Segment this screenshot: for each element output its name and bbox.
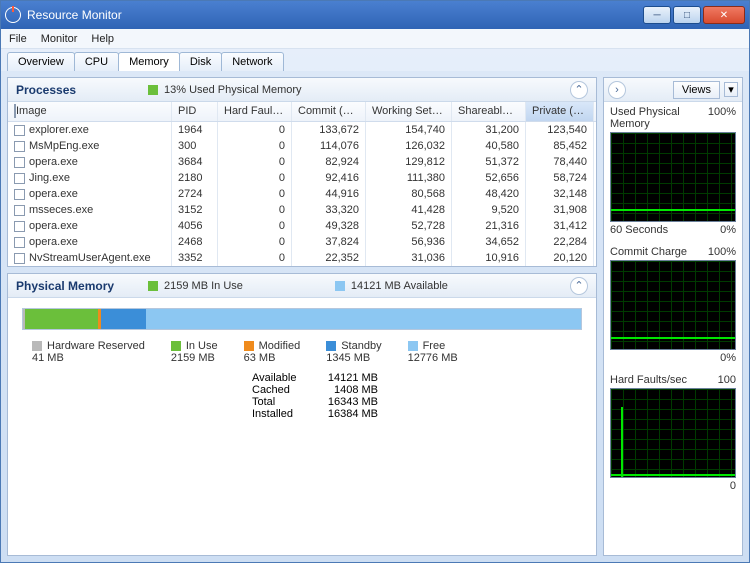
col-image[interactable]: Image [16,105,47,117]
physical-memory-panel: Physical Memory 2159 MB In Use 14121 MB … [7,273,597,556]
physmem-title: Physical Memory [16,279,136,293]
memory-bar [22,308,582,330]
views-button[interactable]: Views [673,81,720,99]
table-row[interactable]: opera.exe4056049,32852,72821,31631,412 [8,218,596,234]
row-checkbox[interactable] [14,253,25,264]
chart1-title: Used Physical Memory [610,106,708,130]
processes-title: Processes [16,83,136,97]
minimize-button[interactable]: ─ [643,6,671,24]
row-checkbox[interactable] [14,173,25,184]
resource-monitor-window: Resource Monitor ─ □ ✕ File Monitor Help… [0,0,750,563]
menu-help[interactable]: Help [91,33,114,45]
tab-cpu[interactable]: CPU [74,52,119,71]
col-commit[interactable]: Commit (KB) [292,102,366,121]
table-row[interactable]: MsMpEng.exe3000114,076126,03240,58085,45… [8,138,596,154]
physmem-inuse: 2159 MB In Use [164,280,243,292]
collapse-physmem-icon[interactable]: ⌃ [570,277,588,295]
col-workingset[interactable]: Working Set (KB) [366,102,452,121]
commit-charge-chart [610,260,736,350]
process-grid-header: Image PID Hard Faults/sec Commit (KB) Wo… [8,102,596,122]
maximize-button[interactable]: □ [673,6,701,24]
table-row[interactable]: opera.exe2468037,82456,93634,65222,284 [8,234,596,250]
row-checkbox[interactable] [14,221,25,232]
row-checkbox[interactable] [14,125,25,136]
chart2-title: Commit Charge [610,246,687,258]
row-checkbox[interactable] [14,205,25,216]
tab-overview[interactable]: Overview [7,52,75,71]
table-row[interactable]: opera.exe3684082,924129,81251,37278,440 [8,154,596,170]
col-hardfaults[interactable]: Hard Faults/sec [218,102,292,121]
collapse-processes-icon[interactable]: ⌃ [570,81,588,99]
row-checkbox[interactable] [14,237,25,248]
table-row[interactable]: explorer.exe19640133,672154,74031,200123… [8,122,596,138]
hard-faults-chart [610,388,736,478]
charts-pane: › Views ▾ Used Physical Memory100% 60 Se… [603,77,743,556]
menu-monitor[interactable]: Monitor [41,33,78,45]
row-checkbox[interactable] [14,141,25,152]
menubar: File Monitor Help [1,29,749,49]
window-title: Resource Monitor [27,8,643,22]
memory-legend: Hardware Reserved41 MB In Use2159 MB Mod… [32,340,582,364]
table-row[interactable]: NvStreamUserAgent.exe3352022,35231,03610… [8,250,596,266]
app-icon [5,7,21,23]
row-checkbox[interactable] [14,189,25,200]
chart3-title: Hard Faults/sec [610,374,687,386]
tab-disk[interactable]: Disk [179,52,222,71]
col-pid[interactable]: PID [172,102,218,121]
col-private[interactable]: Private (KB) [526,102,594,121]
row-checkbox[interactable] [14,157,25,168]
available-icon [335,281,345,291]
titlebar[interactable]: Resource Monitor ─ □ ✕ [1,1,749,29]
process-grid-body: explorer.exe19640133,672154,74031,200123… [8,122,596,266]
memory-stats: Available14121 MB Cached1408 MB Total163… [252,372,582,420]
col-shareable[interactable]: Shareable (KB) [452,102,526,121]
expand-charts-icon[interactable]: › [608,81,626,99]
used-mem-icon [148,85,158,95]
tab-memory[interactable]: Memory [118,52,180,71]
processes-sub: 13% Used Physical Memory [164,84,302,96]
close-button[interactable]: ✕ [703,6,745,24]
tab-network[interactable]: Network [221,52,283,71]
table-row[interactable]: msseces.exe3152033,32041,4289,52031,908 [8,202,596,218]
table-row[interactable]: Jing.exe2180092,416111,38052,65658,724 [8,170,596,186]
tab-strip: Overview CPU Memory Disk Network [1,49,749,71]
table-row[interactable]: opera.exe2724044,91680,56848,42032,148 [8,186,596,202]
inuse-icon [148,281,158,291]
menu-file[interactable]: File [9,33,27,45]
processes-panel: Processes 13% Used Physical Memory ⌃ Ima… [7,77,597,267]
views-dropdown-icon[interactable]: ▾ [724,82,738,97]
physmem-avail: 14121 MB Available [351,280,448,292]
used-physmem-chart [610,132,736,222]
